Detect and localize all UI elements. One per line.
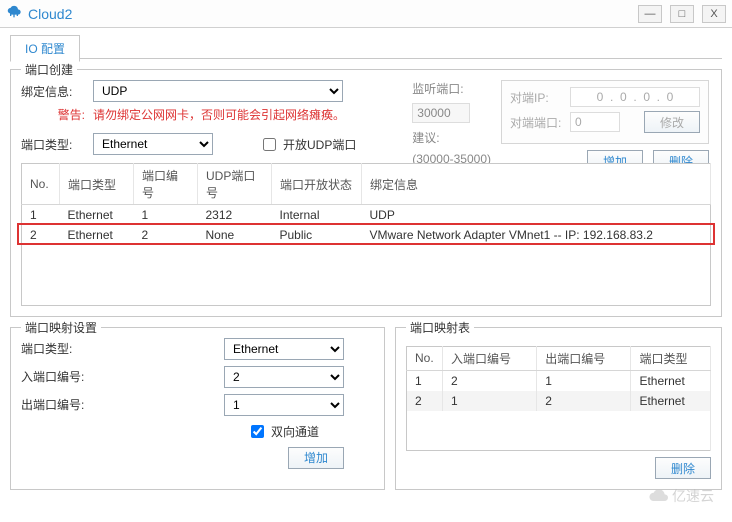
map-add-button[interactable]: 增加 (288, 447, 344, 469)
peer-port-label: 对端端口: (510, 114, 564, 131)
watermark: 亿速云 (648, 486, 714, 506)
bind-info-label: 绑定信息: (21, 83, 85, 100)
listen-port-input[interactable] (412, 103, 470, 123)
map-in-select[interactable]: 2 (224, 366, 344, 388)
col-num: 端口编号 (134, 164, 198, 205)
map-settings-panel: 端口映射设置 端口类型: Ethernet 入端口编号: 2 出端口编号: 1 … (10, 327, 385, 491)
map-out-select[interactable]: 1 (224, 394, 344, 416)
peer-port-input[interactable] (570, 112, 620, 132)
port-type-select[interactable]: Ethernet (93, 133, 213, 155)
col-udp: UDP端口号 (198, 164, 272, 205)
mcol-type: 端口类型 (631, 346, 711, 370)
map-settings-legend: 端口映射设置 (21, 319, 101, 336)
monitor-box: 监听端口: 建议: (30000-35000) (412, 80, 491, 172)
warning-text: 请勿绑定公网网卡，否则可能会引起网络瘫痪。 (93, 106, 345, 123)
open-udp-checkbox[interactable]: 开放UDP端口 (259, 135, 356, 154)
bidir-checkbox-input[interactable] (251, 425, 264, 438)
open-udp-checkbox-input[interactable] (263, 138, 276, 151)
col-open: 端口开放状态 (272, 164, 362, 205)
tab-io-config[interactable]: IO 配置 (10, 35, 80, 62)
map-table-grid[interactable]: No. 入端口编号 出端口编号 端口类型 1 2 1 Ethernet 2 1 … (406, 346, 711, 452)
peer-box: 对端IP: 对端端口: 修改 (501, 80, 709, 144)
cloud-icon (648, 486, 668, 506)
map-type-select[interactable]: Ethernet (224, 338, 344, 360)
right-column: 监听端口: 建议: (30000-35000) 对端IP: 对端端口: 修改 增… (412, 80, 709, 172)
app-icon (6, 4, 22, 23)
advice-label: 建议: (412, 129, 439, 146)
table-row[interactable]: 2 1 2 Ethernet (407, 391, 711, 411)
maximize-button[interactable]: □ (670, 5, 694, 23)
map-delete-button[interactable]: 删除 (655, 457, 711, 479)
map-table-panel: 端口映射表 No. 入端口编号 出端口编号 端口类型 1 2 1 Etherne… (395, 327, 722, 491)
map-type-label: 端口类型: (21, 340, 111, 357)
port-grid[interactable]: No. 端口类型 端口编号 UDP端口号 端口开放状态 绑定信息 1 Ether… (21, 163, 711, 306)
table-row[interactable]: 1 2 1 Ethernet (407, 370, 711, 391)
map-table-legend: 端口映射表 (406, 319, 474, 336)
col-type: 端口类型 (60, 164, 134, 205)
window-title: Cloud2 (28, 6, 638, 22)
bind-info-select[interactable]: UDP (93, 80, 343, 102)
map-out-label: 出端口编号: (21, 396, 111, 413)
col-bind: 绑定信息 (362, 164, 711, 205)
mcol-out: 出端口编号 (537, 346, 631, 370)
open-udp-label: 开放UDP端口 (283, 136, 356, 153)
tab-strip: IO 配置 (0, 28, 732, 58)
listen-port-label: 监听端口: (412, 80, 463, 97)
title-bar: Cloud2 — □ X (0, 0, 732, 28)
col-no: No. (22, 164, 60, 205)
port-grid-wrapper: No. 端口类型 端口编号 UDP端口号 端口开放状态 绑定信息 1 Ether… (21, 163, 711, 306)
mcol-in: 入端口编号 (443, 346, 537, 370)
port-create-panel: 端口创建 绑定信息: UDP 警告: 请勿绑定公网网卡，否则可能会引起网络瘫痪。… (10, 69, 722, 317)
peer-ip-label: 对端IP: (510, 89, 564, 106)
bidir-checkbox[interactable]: 双向通道 (247, 422, 319, 441)
map-in-label: 入端口编号: (21, 368, 111, 385)
table-row[interactable]: 1 Ethernet 1 2312 Internal UDP (22, 205, 711, 226)
bidir-label: 双向通道 (271, 423, 319, 440)
table-row[interactable]: 2 Ethernet 2 None Public VMware Network … (22, 225, 711, 245)
watermark-text: 亿速云 (672, 486, 714, 506)
modify-button[interactable]: 修改 (644, 111, 700, 133)
port-type-label: 端口类型: (21, 136, 85, 153)
minimize-button[interactable]: — (638, 5, 662, 23)
close-button[interactable]: X (702, 5, 726, 23)
mcol-no: No. (407, 346, 443, 370)
peer-ip-input[interactable] (570, 87, 700, 107)
port-create-legend: 端口创建 (21, 61, 77, 78)
warning-label: 警告: (21, 106, 85, 123)
